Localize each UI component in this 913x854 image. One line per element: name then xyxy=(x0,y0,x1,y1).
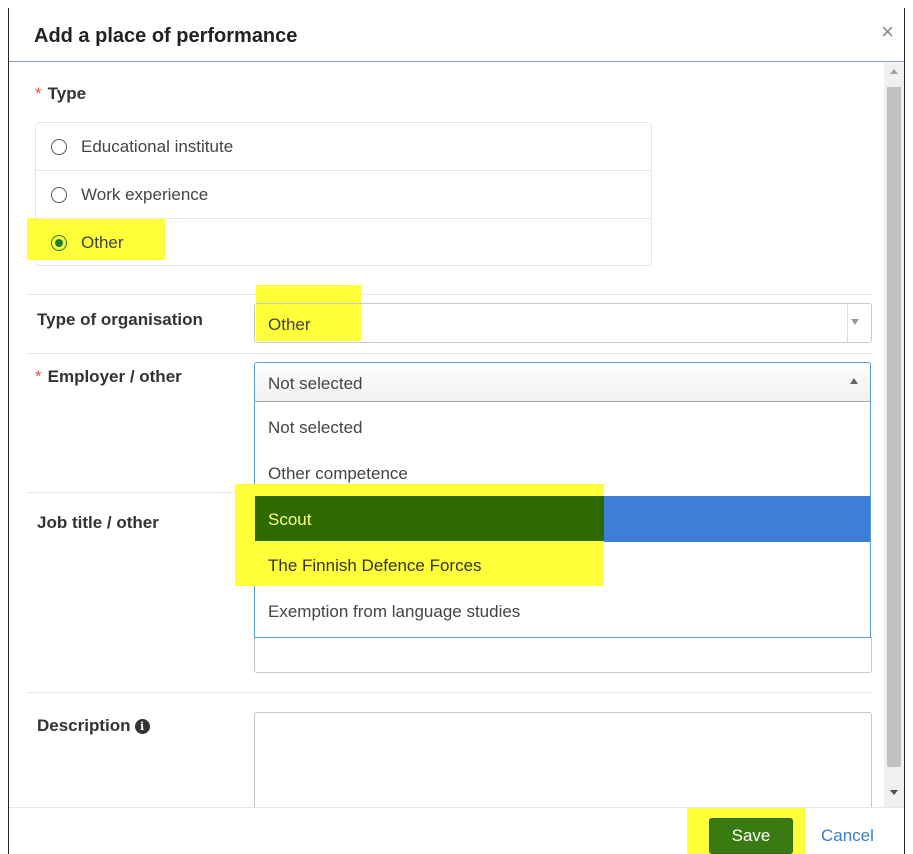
option-label: Exemption from language studies xyxy=(268,602,521,621)
radio-button-checked[interactable] xyxy=(51,235,67,251)
chevron-down-icon[interactable] xyxy=(851,319,859,325)
dialog-header: Add a place of performance × xyxy=(9,9,904,62)
divider xyxy=(26,692,872,693)
scroll-up-arrow-icon[interactable] xyxy=(890,69,898,74)
radio-option-educational-institute[interactable]: Educational institute xyxy=(36,123,651,171)
scroll-thumb[interactable] xyxy=(887,87,901,767)
radio-label: Other xyxy=(81,233,124,252)
option-label: Other competence xyxy=(268,464,408,483)
frame-border-left xyxy=(8,8,9,854)
required-marker: * xyxy=(35,84,42,103)
type-of-organisation-select[interactable]: Other xyxy=(254,303,872,343)
radio-button[interactable] xyxy=(51,187,67,203)
scout-option-label-layer: Scout xyxy=(255,496,604,541)
job-title-input[interactable] xyxy=(254,637,872,673)
job-title-label: Job title / other xyxy=(37,513,159,532)
divider xyxy=(26,353,872,354)
radio-label: Work experience xyxy=(81,185,209,204)
type-label: * Type xyxy=(35,84,86,104)
type-radio-group: Educational institute Work experience Ot… xyxy=(35,122,652,266)
divider xyxy=(26,294,872,295)
option-label: The Finnish Defence Forces xyxy=(268,556,482,575)
employer-label: * Employer / other xyxy=(35,367,182,387)
description-label-text: Description xyxy=(37,716,131,735)
frame-border-right xyxy=(904,8,905,854)
dropdown-option-not-selected[interactable]: Not selected xyxy=(255,404,870,450)
selected-value: Other xyxy=(268,315,311,334)
radio-label: Educational institute xyxy=(81,137,234,156)
description-textarea[interactable] xyxy=(254,712,872,812)
chevron-up-icon[interactable] xyxy=(850,378,858,384)
option-label: Not selected xyxy=(268,418,363,437)
employer-select[interactable]: Not selected xyxy=(254,362,871,402)
selected-value: Not selected xyxy=(268,374,363,393)
radio-option-other[interactable]: Other xyxy=(36,219,651,267)
vertical-scrollbar[interactable] xyxy=(884,63,904,807)
type-of-organisation-label: Type of organisation xyxy=(37,310,203,329)
radio-button[interactable] xyxy=(51,139,67,155)
description-label: Description i xyxy=(37,716,150,736)
divider xyxy=(26,492,254,493)
close-icon[interactable]: × xyxy=(881,21,894,43)
required-marker: * xyxy=(35,367,42,386)
dropdown-option-exemption[interactable]: Exemption from language studies xyxy=(255,588,870,634)
info-icon[interactable]: i xyxy=(134,719,150,734)
type-label-text: Type xyxy=(47,84,87,103)
save-button[interactable]: Save xyxy=(709,818,793,854)
finnish-option-label-layer: The Finnish Defence Forces xyxy=(255,542,604,587)
option-label: Scout xyxy=(268,510,312,529)
scroll-down-arrow-icon[interactable] xyxy=(890,790,898,795)
dialog-title: Add a place of performance xyxy=(34,25,298,47)
employer-label-text: Employer / other xyxy=(47,367,182,386)
dialog-frame: Add a place of performance × * Type Educa… xyxy=(0,0,913,854)
radio-option-work-experience[interactable]: Work experience xyxy=(36,171,651,219)
cancel-link[interactable]: Cancel xyxy=(821,826,874,846)
